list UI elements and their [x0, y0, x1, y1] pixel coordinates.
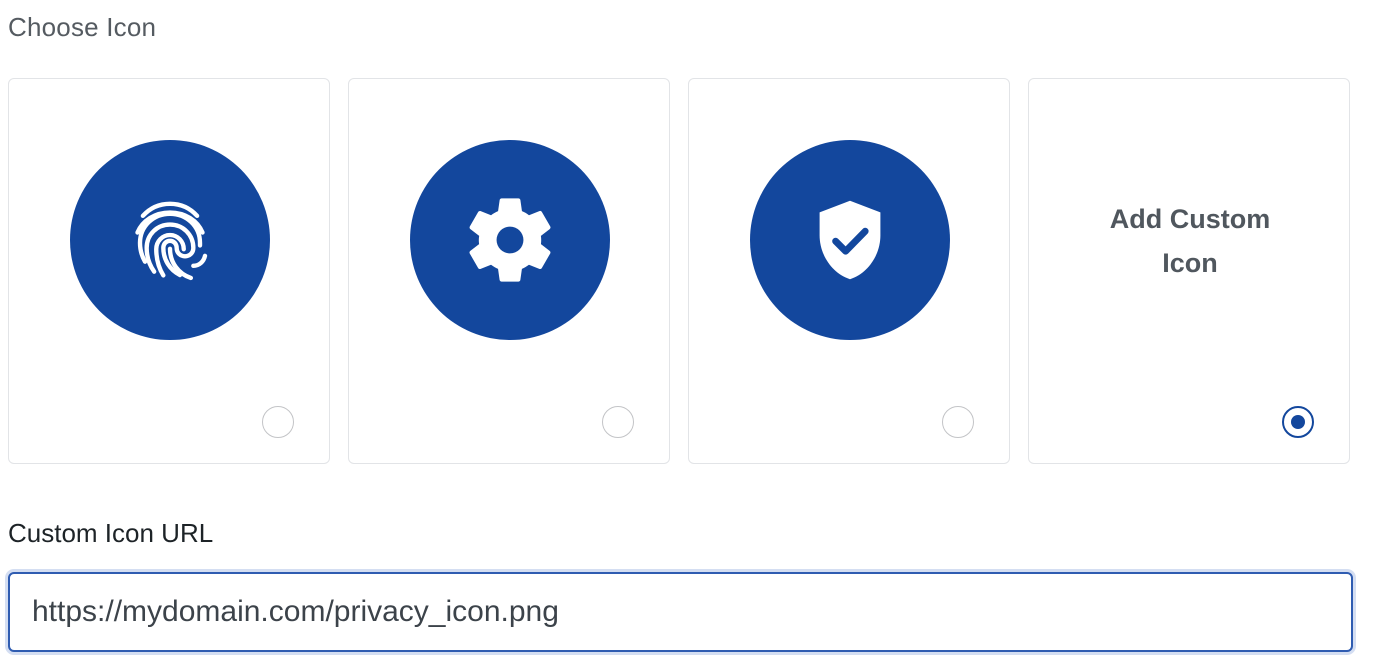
custom-icon-url-label: Custom Icon URL — [8, 518, 214, 548]
shield-check-icon — [750, 140, 950, 340]
gear-icon — [410, 140, 610, 340]
custom-icon-url-input[interactable] — [8, 572, 1353, 652]
fingerprint-icon — [70, 140, 270, 340]
icon-option-gear[interactable] — [348, 78, 670, 464]
add-custom-icon-label-line1: Add Custom — [1109, 204, 1271, 234]
icon-option-custom[interactable]: Add Custom Icon — [1028, 78, 1350, 464]
radio-shield[interactable] — [942, 406, 974, 438]
radio-fingerprint[interactable] — [262, 406, 294, 438]
icon-option-fingerprint[interactable] — [8, 78, 330, 464]
radio-gear[interactable] — [602, 406, 634, 438]
icon-option-shield[interactable] — [688, 78, 1010, 464]
add-custom-icon-label-line2: Icon — [1162, 248, 1218, 278]
choose-icon-label: Choose Icon — [8, 12, 157, 42]
add-custom-icon-label: Add Custom Icon — [1029, 197, 1351, 285]
radio-custom[interactable] — [1282, 406, 1314, 438]
icon-options-group: Add Custom Icon — [8, 78, 1353, 466]
